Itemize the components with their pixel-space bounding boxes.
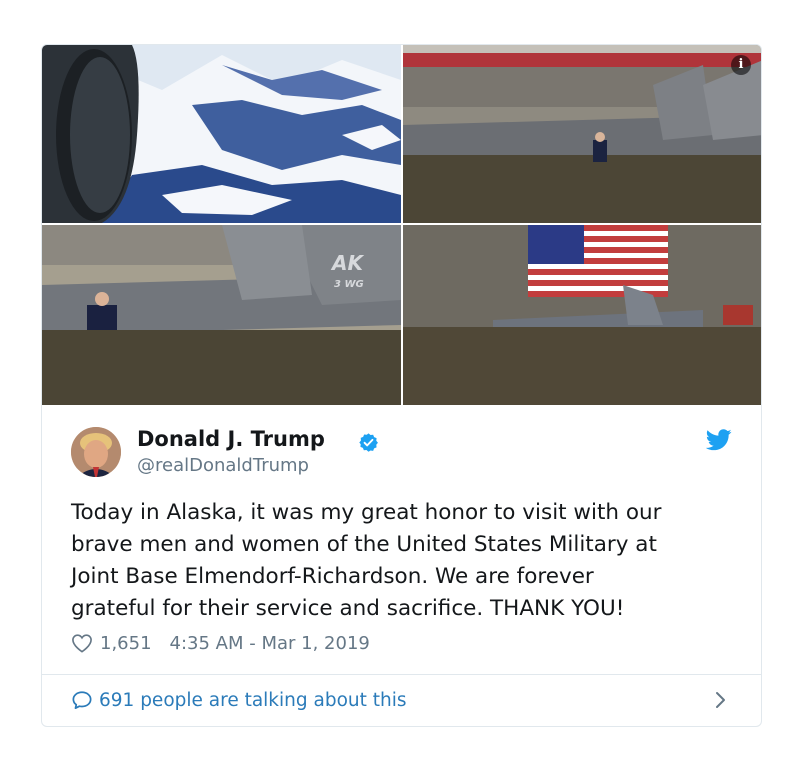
photo-hangar-crowd-1[interactable] — [403, 45, 761, 223]
talking-label[interactable]: 691 people are talking about this — [99, 690, 407, 711]
tweet-text-line: Joint Base Elmendorf-Richardson. We are … — [71, 564, 594, 589]
speech-bubble-icon — [72, 691, 92, 710]
author-name[interactable]: Donald J. Trump — [137, 427, 325, 451]
tweet-text-line: grateful for their service and sacrifice… — [71, 596, 625, 621]
avatar[interactable] — [71, 427, 121, 477]
aircraft-tail-wing: 3 WG — [334, 279, 364, 290]
photo-grid[interactable]: AK 3 WG i — [42, 45, 761, 405]
info-icon[interactable]: i — [731, 55, 751, 75]
tweet-text: Today in Alaska, it was my great honor t… — [71, 497, 741, 625]
tweet-card[interactable]: AK 3 WG i Donald J. Trump @realDonaldTru… — [41, 44, 762, 727]
photo-podium-aircraft[interactable]: AK 3 WG — [42, 225, 401, 405]
photo-hangar-flag[interactable] — [403, 225, 761, 405]
verified-badge-icon — [359, 433, 378, 452]
twitter-bird-icon[interactable] — [706, 429, 732, 451]
tweet-text-line: Today in Alaska, it was my great honor t… — [71, 500, 662, 525]
chevron-right-icon[interactable] — [714, 690, 728, 710]
tweet-header: Donald J. Trump @realDonaldTrump — [42, 405, 761, 495]
divider — [42, 674, 761, 675]
like-count[interactable]: 1,651 — [100, 633, 152, 654]
aircraft-tail-code: AK — [330, 251, 364, 275]
tweet-timestamp[interactable]: 4:35 AM - Mar 1, 2019 — [170, 633, 370, 654]
heart-icon[interactable] — [71, 633, 93, 653]
talking-link[interactable]: 691 people are talking about this — [71, 686, 407, 714]
tweet-meta: 1,651 4:35 AM - Mar 1, 2019 — [71, 631, 370, 655]
tweet-text-line: brave men and women of the United States… — [71, 532, 657, 557]
author-handle[interactable]: @realDonaldTrump — [137, 455, 309, 476]
photo-aerial-mountains[interactable] — [42, 45, 401, 223]
